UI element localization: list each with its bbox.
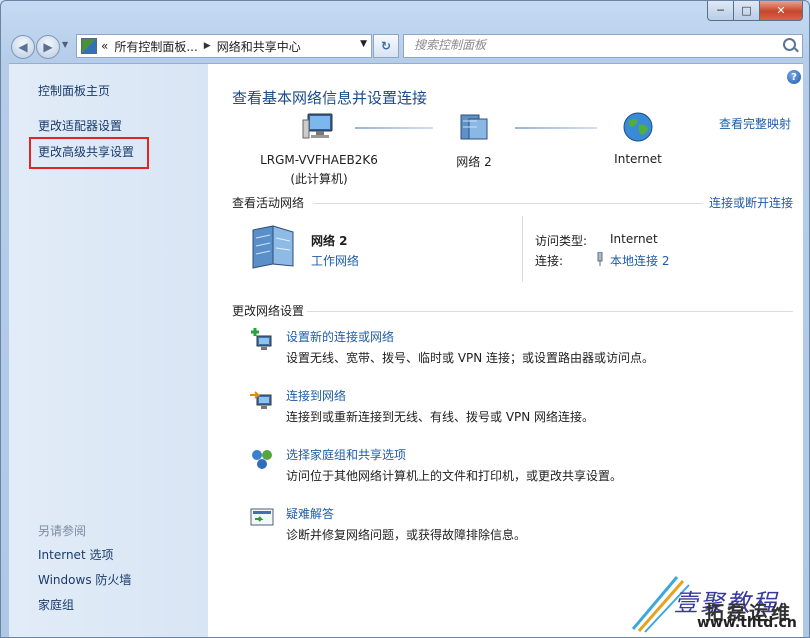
map-node-computer: LRGM-VVFHAEB2K6 (此计算机) <box>254 112 384 187</box>
homegroup-link[interactable]: 选择家庭组和共享选项 <box>286 446 406 463</box>
connections-row: 连接: 本地连接 2 <box>535 251 669 269</box>
maximize-button[interactable]: □ <box>734 1 760 21</box>
active-network-icon <box>252 225 294 269</box>
active-network-name: 网络 2 <box>311 234 348 248</box>
control-panel-icon <box>81 38 97 54</box>
access-type-value: Internet <box>610 232 658 246</box>
refresh-button[interactable]: ↻ <box>373 34 399 58</box>
globe-icon <box>623 112 653 142</box>
connect-network-icon <box>250 391 272 409</box>
map-link-line <box>515 127 597 129</box>
breadcrumb-overflow[interactable]: « <box>101 39 108 53</box>
navigation-bar: ◀ ▶ ▼ « 所有控制面板... ▶ 网络和共享中心 ▼ ↻ <box>9 34 803 59</box>
local-connection-link[interactable]: 本地连接 2 <box>610 252 669 269</box>
internet-label: Internet <box>614 152 662 166</box>
new-connection-icon <box>251 328 272 350</box>
troubleshoot-link[interactable]: 疑难解答 <box>286 505 334 522</box>
recent-pages-dropdown[interactable]: ▼ <box>62 40 68 49</box>
troubleshoot-desc: 诊断并修复网络问题，或获得故障排除信息。 <box>286 528 527 542</box>
sidebar-item-home[interactable]: 控制面板主页 <box>38 82 110 99</box>
back-button[interactable]: ◀ <box>11 35 35 59</box>
caption-buttons: ─ □ ✕ <box>707 1 803 21</box>
address-bar[interactable]: « 所有控制面板... ▶ 网络和共享中心 ▼ <box>76 34 372 58</box>
see-also-title: 另请参阅 <box>38 524 87 538</box>
sidebar-item-homegroup[interactable]: 家庭组 <box>38 596 74 613</box>
network-node-label: 网络 2 <box>456 155 492 169</box>
map-node-internet: Internet <box>602 111 674 166</box>
minimize-button[interactable]: ─ <box>707 1 734 21</box>
change-settings-title: 更改网络设置 <box>232 304 305 318</box>
connect-network-link[interactable]: 连接到网络 <box>286 387 346 404</box>
search-box[interactable] <box>403 34 803 58</box>
content-area: 控制面板主页 更改适配器设置 更改高级共享设置 另请参阅 Internet 选项… <box>9 63 803 637</box>
breadcrumb-network-center[interactable]: 网络和共享中心 <box>217 38 301 55</box>
network-type-link[interactable]: 工作网络 <box>311 252 359 269</box>
sidebar: 控制面板主页 更改适配器设置 更改高级共享设置 另请参阅 Internet 选项… <box>9 64 208 637</box>
search-icon[interactable] <box>783 38 796 51</box>
network-adapter-icon <box>595 251 605 269</box>
network-icon <box>460 114 488 140</box>
page-title: 查看基本网络信息并设置连接 <box>232 89 428 107</box>
breadcrumb-control-panel[interactable]: 所有控制面板... <box>114 38 197 55</box>
connect-disconnect-link[interactable]: 连接或断开连接 <box>709 194 793 211</box>
forward-button[interactable]: ▶ <box>36 35 60 59</box>
map-node-network: 网络 2 <box>439 112 509 170</box>
computer-sub-label: (此计算机) <box>290 172 348 186</box>
map-link-line <box>355 127 433 129</box>
computer-icon <box>302 113 333 139</box>
search-input[interactable] <box>408 35 780 55</box>
address-dropdown-icon[interactable]: ▼ <box>360 39 367 49</box>
new-connection-link[interactable]: 设置新的连接或网络 <box>286 328 394 345</box>
main-panel: ? 查看基本网络信息并设置连接 查看完整映射 LRGM-VVFHAEB2K6 (… <box>209 64 803 637</box>
help-icon[interactable]: ? <box>787 70 801 84</box>
access-type-row: 访问类型: Internet <box>535 232 658 249</box>
sidebar-item-firewall[interactable]: Windows 防火墙 <box>38 571 131 588</box>
computer-name: LRGM-VVFHAEB2K6 <box>260 153 378 167</box>
sidebar-item-adapter-settings[interactable]: 更改适配器设置 <box>38 117 122 134</box>
vertical-divider <box>522 216 523 282</box>
connections-label: 连接: <box>535 254 564 268</box>
highlight-box <box>29 137 149 169</box>
active-networks-title: 查看活动网络 <box>232 196 305 210</box>
watermark-url: www.tlltd.cn <box>697 615 797 631</box>
access-type-label: 访问类型: <box>535 234 588 248</box>
breadcrumb-separator[interactable]: ▶ <box>204 41 211 51</box>
section-divider <box>307 311 793 312</box>
new-connection-desc: 设置无线、宽带、拨号、临时或 VPN 连接；或设置路由器或访问点。 <box>286 351 655 365</box>
sidebar-item-internet-options[interactable]: Internet 选项 <box>38 546 113 563</box>
close-button[interactable]: ✕ <box>760 1 803 21</box>
connect-network-desc: 连接到或重新连接到无线、有线、拨号或 VPN 网络连接。 <box>286 410 595 424</box>
homegroup-icon <box>252 450 272 469</box>
section-divider <box>313 203 703 204</box>
homegroup-desc: 访问位于其他网络计算机上的文件和打印机，或更改共享设置。 <box>286 469 623 483</box>
view-full-map-link[interactable]: 查看完整映射 <box>719 115 791 132</box>
control-panel-window: ─ □ ✕ ◀ ▶ ▼ « 所有控制面板... ▶ 网络和共享中心 ▼ ↻ 控制… <box>0 0 810 638</box>
troubleshoot-icon <box>250 508 274 526</box>
